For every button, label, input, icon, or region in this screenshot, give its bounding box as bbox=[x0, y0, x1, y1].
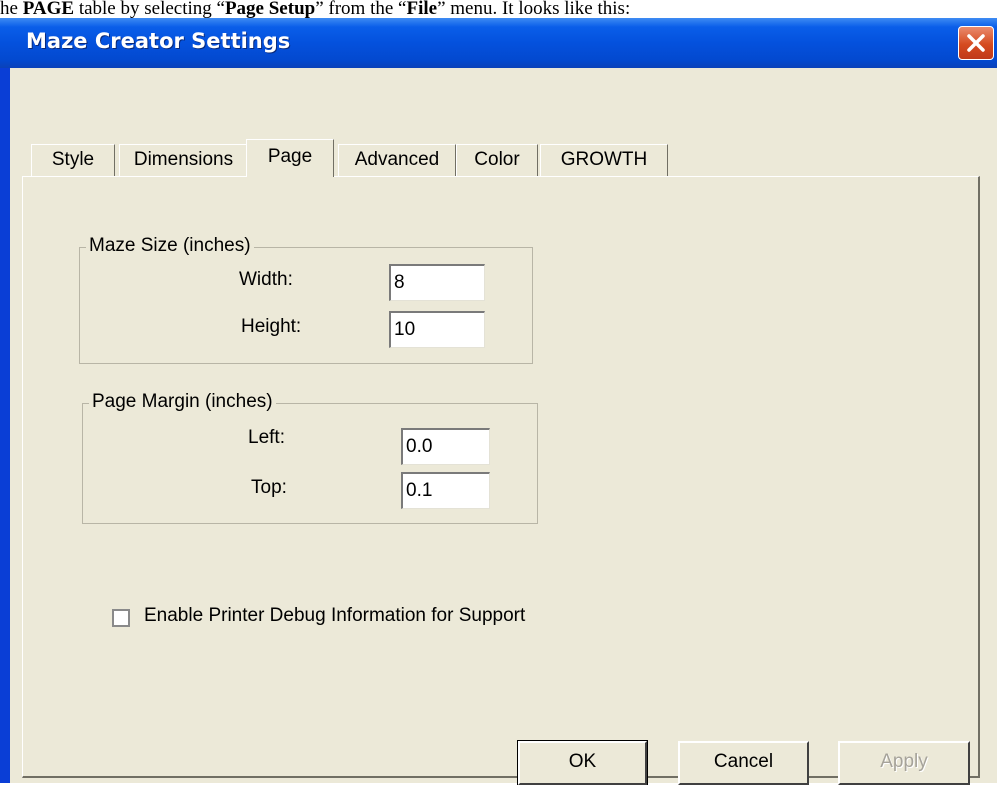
caption-page-word: PAGE bbox=[22, 0, 75, 19]
debug-checkbox-label[interactable]: Enable Printer Debug Information for Sup… bbox=[144, 605, 525, 627]
window-title: Maze Creator Settings bbox=[26, 29, 291, 53]
close-icon bbox=[967, 34, 985, 52]
dialog-client-area: Style Dimensions Page Advanced Color GRO… bbox=[10, 68, 997, 785]
page-margin-group: Page Margin (inches) Left: 0.0 Top: 0.1 bbox=[82, 391, 538, 524]
tab-dimensions[interactable]: Dimensions bbox=[119, 144, 248, 177]
maze-size-legend: Maze Size (inches) bbox=[86, 235, 254, 257]
tab-growth[interactable]: GROWTH bbox=[540, 144, 668, 177]
page-margin-legend: Page Margin (inches) bbox=[89, 391, 276, 413]
width-field[interactable]: 8 bbox=[389, 264, 485, 301]
top-margin-field[interactable]: 0.1 bbox=[401, 472, 490, 509]
tab-advanced[interactable]: Advanced bbox=[338, 144, 456, 177]
document-caption: he PAGE table by selecting “Page Setup” … bbox=[0, 0, 997, 20]
ok-button[interactable]: OK bbox=[517, 740, 648, 785]
caption-file-word: File bbox=[406, 0, 438, 19]
debug-checkbox[interactable] bbox=[112, 609, 130, 627]
left-margin-field[interactable]: 0.0 bbox=[401, 428, 490, 465]
title-bar[interactable]: Maze Creator Settings bbox=[0, 18, 997, 68]
height-field[interactable]: 10 bbox=[389, 311, 485, 348]
caption-text: table by selecting “ bbox=[74, 0, 225, 19]
left-margin-label: Left: bbox=[248, 427, 285, 448]
caption-text: ” menu. It looks like this: bbox=[437, 0, 631, 19]
cancel-button[interactable]: Cancel bbox=[678, 741, 809, 785]
caption-text: ” from the “ bbox=[315, 0, 407, 19]
tab-page[interactable]: Page bbox=[246, 139, 334, 177]
tab-style[interactable]: Style bbox=[31, 144, 115, 177]
close-button[interactable] bbox=[958, 26, 994, 60]
tab-color[interactable]: Color bbox=[456, 144, 538, 177]
settings-dialog: Maze Creator Settings Style Dimensions P… bbox=[0, 18, 997, 785]
width-label: Width: bbox=[239, 269, 293, 290]
top-margin-label: Top: bbox=[251, 477, 287, 498]
caption-page-setup: Page Setup bbox=[224, 0, 316, 19]
height-label: Height: bbox=[241, 316, 302, 337]
page-tab-panel: Maze Size (inches) Width: 8 Height: 10 P… bbox=[22, 176, 980, 778]
maze-size-group: Maze Size (inches) Width: 8 Height: 10 bbox=[79, 235, 533, 364]
apply-button[interactable]: Apply bbox=[838, 741, 970, 785]
caption-text: he bbox=[0, 0, 23, 19]
